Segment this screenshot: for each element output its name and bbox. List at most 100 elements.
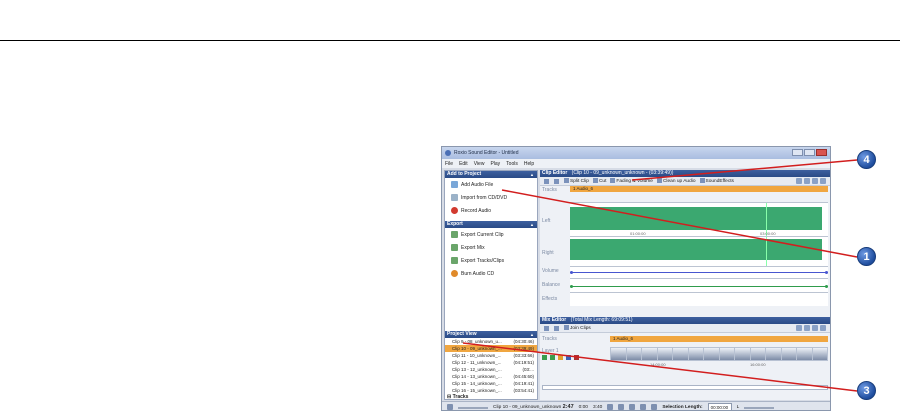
zoom-in-icon[interactable] [544,178,549,184]
left-waveform[interactable]: 01:00:00 03:00:00 [570,202,828,236]
list-item[interactable]: Clip 11 - 10_unknown_... (03:33:66) [445,352,537,359]
add-audio-file-button[interactable]: Add Audio File [445,178,537,191]
minimize-button[interactable] [792,149,803,156]
export-tracks-button[interactable]: Export Tracks/Clips [445,254,537,267]
volume-point[interactable] [570,271,573,274]
lock-icon[interactable] [558,355,563,360]
scissors-icon [592,178,598,184]
balance-lane[interactable] [570,278,828,292]
cut-button[interactable]: Cut [592,178,606,184]
status-bar: Clip 10 - 09_unknown_unknown 2:47 0:00 3… [442,401,830,410]
list-item[interactable]: Clip 16 - 15_unknown_... (03:54:41) [445,387,537,394]
collapse-icon[interactable]: ▲ [530,171,534,178]
maximize-button[interactable] [804,149,815,156]
top-divider [0,40,900,41]
loop-icon[interactable] [607,404,614,410]
speaker-icon[interactable] [566,355,571,360]
export-current-clip-button[interactable]: Export Current Clip [445,228,537,241]
volume-lane[interactable] [570,266,828,278]
export-mix-label: Export Mix [461,244,485,251]
add-section-header[interactable]: Add to Project ▲ [445,171,537,178]
fading-volume-button[interactable]: Fading & Volume [610,178,653,184]
clip-name: Clip 9 - 08_unknown_u... [452,339,502,344]
record-audio-label: Record Audio [461,207,492,214]
volume-point[interactable] [825,271,828,274]
collapse-icon[interactable]: ▲ [530,221,534,228]
zoom-fit-icon[interactable] [796,178,802,184]
playhead[interactable] [766,237,767,266]
volume-line[interactable] [570,272,828,273]
mix-editor: Mix Editor (Total Mix Length: 69:09:51) … [540,317,830,395]
list-item-selected[interactable]: Clip 10 - 09_unknown_... (03:39:49) [445,345,537,352]
list-item[interactable]: Clip 15 - 14_unknown_... (04:19:41) [445,380,537,387]
mix-clip-label[interactable]: 1 Audio_6 [610,336,828,342]
mix-clip-strip[interactable] [610,347,828,361]
effects-label: Effects [542,296,558,302]
clip-time: (03:... [522,367,534,372]
list-item[interactable]: Clip 14 - 13_unknown_... (04:45:60) [445,373,537,380]
balance-point[interactable] [825,285,828,288]
play-icon[interactable] [618,404,625,410]
clean-up-audio-button[interactable]: Clean up Audio [656,178,696,184]
zoom-in-icon[interactable] [544,325,549,331]
menu-play[interactable]: Play [490,161,500,167]
zoom-out2-icon[interactable] [820,325,826,331]
clip-time: (04:30:46) [513,339,534,344]
clip-time: (04:45:60) [513,374,534,379]
add-layer-icon[interactable] [542,355,547,360]
zoom-out2-icon[interactable] [820,178,826,184]
export-icon [451,231,458,238]
effects-lane[interactable] [570,292,828,306]
tracks-group[interactable]: ⊟ Tracks [445,394,537,401]
import-cd-button[interactable]: Import from CD/DVD [445,191,537,204]
window-controls [792,149,827,156]
waveform-fill [570,207,822,230]
close-button[interactable] [816,149,827,156]
menu-view[interactable]: View [474,161,485,167]
effects-icon [699,178,705,184]
zoom-in2-icon[interactable] [812,325,818,331]
zoom-out-icon[interactable] [554,325,559,331]
left-panel: Add to Project ▲ Add Audio File Import f… [444,170,538,408]
menu-file[interactable]: File [445,161,453,167]
horizontal-scrollbar[interactable] [542,385,828,390]
clip-name: Clip 13 - 12_unknown_... [452,367,502,372]
volume-icon[interactable] [447,404,453,410]
volume-slider[interactable] [458,406,488,409]
collapse-icon[interactable]: ▲ [530,331,534,338]
zoom-sel-icon[interactable] [804,325,810,331]
clip-label[interactable]: 1 Audio_6 [570,186,828,192]
zoom-in2-icon[interactable] [812,178,818,184]
zoom-sel-icon[interactable] [804,178,810,184]
previous-icon[interactable] [640,404,647,410]
list-item[interactable]: Clip 13 - 12_unknown_... (03:... [445,366,537,373]
stop-icon[interactable] [629,404,636,410]
menu-tools[interactable]: Tools [506,161,518,167]
split-clip-button[interactable]: Split Clip [564,178,589,184]
export-mix-button[interactable]: Export Mix [445,241,537,254]
join-clips-button[interactable]: Join Clips [564,325,591,331]
zoom-out-icon[interactable] [554,178,559,184]
waveform-fill [570,239,822,260]
balance-line[interactable] [570,286,828,287]
balance-point[interactable] [570,285,573,288]
import-cd-label: Import from CD/DVD [461,194,508,201]
mute-icon[interactable] [574,355,579,360]
zoom-fit-icon[interactable] [796,325,802,331]
menu-help[interactable]: Help [524,161,534,167]
record-audio-button[interactable]: Record Audio [445,204,537,217]
right-waveform[interactable] [570,236,828,266]
project-view-header[interactable]: Project View ▲ [445,331,537,338]
project-view: Project View ▲ Clip 9 - 08_unknown_u... (… [445,331,537,408]
sound-effects-button[interactable]: SoundEffects [699,178,734,184]
export-section-header[interactable]: Export ▲ [445,221,537,228]
burn-cd-button[interactable]: Burn Audio CD [445,267,537,280]
next-icon[interactable] [651,404,658,410]
layer-up-icon[interactable] [550,355,555,360]
window-title: Roxio Sound Editor - Untitled [454,150,519,156]
list-item[interactable]: Clip 12 - 11_unknown_... (04:19:51) [445,359,537,366]
cd-icon [451,194,458,201]
menu-edit[interactable]: Edit [459,161,468,167]
list-item[interactable]: Clip 9 - 08_unknown_u... (04:30:46) [445,338,537,345]
headphones-icon [445,150,451,156]
